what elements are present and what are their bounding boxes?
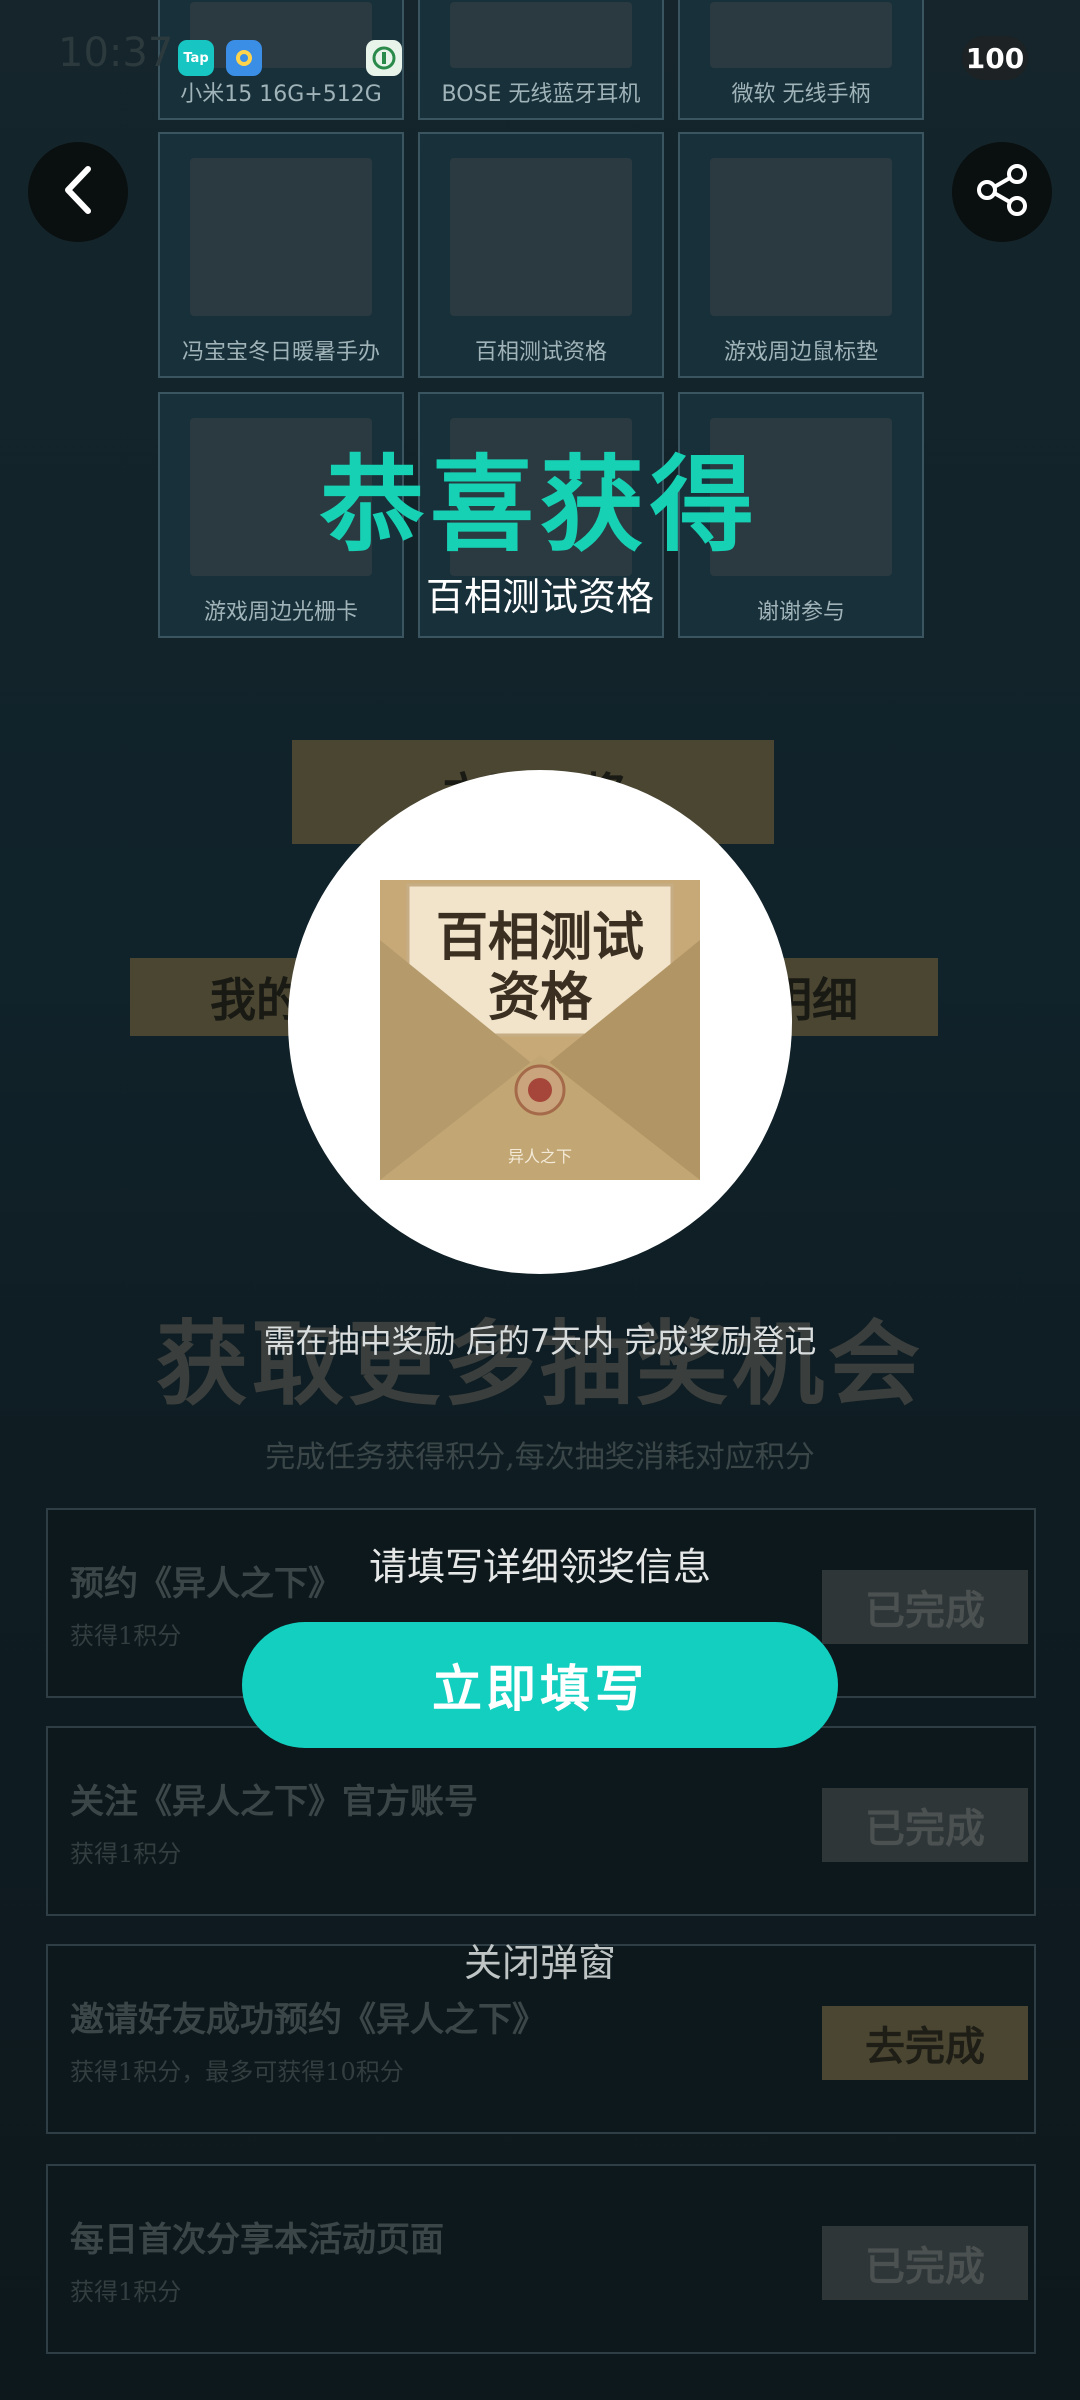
task-title: 邀请好友成功预约《异人之下》 bbox=[70, 2000, 546, 2040]
fill-info-hint: 请填写详细领奖信息 bbox=[368, 1545, 711, 1589]
prize-thumbnail bbox=[190, 158, 372, 316]
seal-text: 异人之下 bbox=[508, 1147, 572, 1166]
registration-note: 需在抽中奖励 后的7天内 完成奖励登记 bbox=[263, 1322, 817, 1360]
task-reward: 获得1积分 bbox=[70, 1840, 182, 1868]
modal-title: 恭喜获得 bbox=[319, 444, 760, 566]
taptap-app-icon: Tap bbox=[178, 40, 214, 76]
prize-label: 百相测试资格 bbox=[474, 340, 607, 365]
task-reward: 获得1积分 bbox=[70, 1622, 182, 1650]
fill-now-button[interactable]: 立即填写 bbox=[242, 1622, 838, 1748]
task-status-button: 去完成 bbox=[822, 2006, 1028, 2080]
task-status-button: 已完成 bbox=[822, 2226, 1028, 2300]
task-reward: 获得1积分 bbox=[70, 2278, 182, 2306]
prize-cell: 游戏周边鼠标垫 bbox=[678, 132, 924, 378]
prize-thumbnail bbox=[450, 158, 632, 316]
prize-label: 游戏周边鼠标垫 bbox=[723, 340, 878, 365]
share-button[interactable] bbox=[952, 142, 1052, 242]
prize-label: 冯宝宝冬日暖暑手办 bbox=[181, 340, 380, 365]
prize-cell: 百相测试资格 bbox=[418, 132, 664, 378]
task-title: 关注《异人之下》官方账号 bbox=[70, 1782, 478, 1822]
app-icon bbox=[226, 40, 262, 76]
card-text-line1: 百相测试 bbox=[436, 907, 644, 968]
task-card: 关注《异人之下》官方账号 获得1积分 已完成 bbox=[46, 1726, 1036, 1916]
battery-indicator: 100 bbox=[962, 36, 1028, 80]
prize-thumbnail bbox=[710, 158, 892, 316]
share-icon bbox=[973, 161, 1031, 223]
chevron-left-icon bbox=[58, 163, 98, 221]
back-button[interactable] bbox=[28, 142, 128, 242]
status-time: 10:37 bbox=[58, 30, 174, 76]
envelope-icon: 百相测试 资格 异人之下 bbox=[380, 880, 700, 1180]
prize-image: 百相测试 资格 异人之下 bbox=[288, 770, 792, 1274]
app-icon bbox=[366, 40, 402, 76]
task-status-button: 已完成 bbox=[822, 1788, 1028, 1862]
prize-cell: 冯宝宝冬日暖暑手办 bbox=[158, 132, 404, 378]
close-modal-link[interactable]: 关闭弹窗 bbox=[0, 1932, 1080, 1987]
task-card: 每日首次分享本活动页面 获得1积分 已完成 bbox=[46, 2164, 1036, 2354]
task-title: 每日首次分享本活动页面 bbox=[70, 2220, 444, 2260]
task-reward: 获得1积分，最多可获得10积分 bbox=[70, 2058, 404, 2086]
tasks-subheading: 完成任务获得积分,每次抽奖消耗对应积分 bbox=[265, 1440, 815, 1475]
status-bar: 10:37 Tap 100 bbox=[0, 0, 1080, 110]
prize-name: 百相测试资格 bbox=[425, 575, 654, 619]
card-text-line2: 资格 bbox=[488, 967, 593, 1028]
